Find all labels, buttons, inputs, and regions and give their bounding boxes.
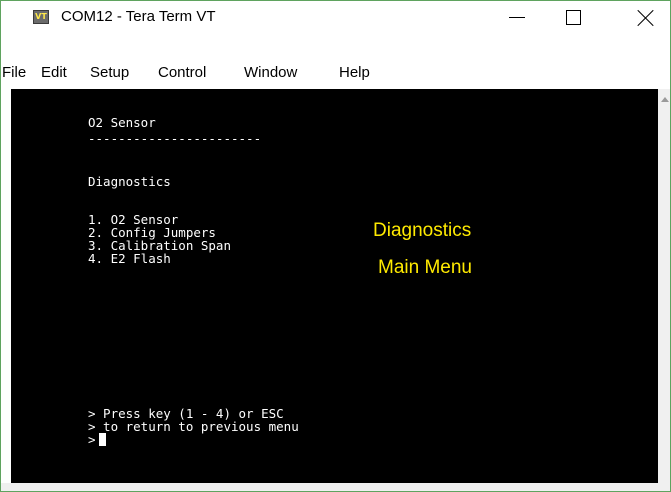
prompt-line: > to return to previous menu: [88, 419, 299, 434]
terminal-line: O2 Sensor: [88, 115, 156, 130]
vertical-scrollbar[interactable]: [658, 89, 670, 483]
close-icon: [637, 9, 655, 27]
menu-bar: File Edit Setup Control Window Help: [1, 61, 670, 89]
terminal-window: VT COM12 - Tera Term VT File Edit Setup …: [0, 0, 671, 492]
title-bar[interactable]: VT COM12 - Tera Term VT: [1, 1, 670, 34]
annotation-subtitle: Main Menu: [378, 257, 472, 278]
close-button[interactable]: [623, 1, 669, 34]
terminal-separator: -----------------------: [88, 131, 262, 146]
terminal-screen[interactable]: O2 Sensor ----------------------- Diagno…: [11, 89, 658, 483]
terminal-line: Diagnostics: [88, 174, 171, 189]
menu-file[interactable]: File: [2, 64, 26, 81]
menu-control[interactable]: Control: [158, 64, 206, 81]
minimize-icon: [509, 17, 525, 18]
minimize-button[interactable]: [494, 1, 540, 34]
tera-term-icon[interactable]: VT: [33, 10, 49, 24]
annotation-title: Diagnostics: [373, 220, 472, 241]
window-title: COM12 - Tera Term VT: [61, 8, 216, 25]
input-prompt: >: [88, 433, 106, 446]
maximize-icon: [565, 10, 581, 25]
menu-help[interactable]: Help: [339, 64, 370, 81]
menu-edit[interactable]: Edit: [41, 64, 67, 81]
menu-option: 4. E2 Flash: [88, 251, 171, 266]
prompt-symbol: >: [88, 432, 96, 447]
menu-setup[interactable]: Setup: [90, 64, 129, 81]
scroll-up-arrow-icon[interactable]: [661, 97, 669, 102]
text-cursor: [98, 433, 106, 446]
window-bottom-edge: [1, 483, 670, 491]
maximize-button[interactable]: [550, 1, 596, 34]
menu-window[interactable]: Window: [244, 64, 297, 81]
